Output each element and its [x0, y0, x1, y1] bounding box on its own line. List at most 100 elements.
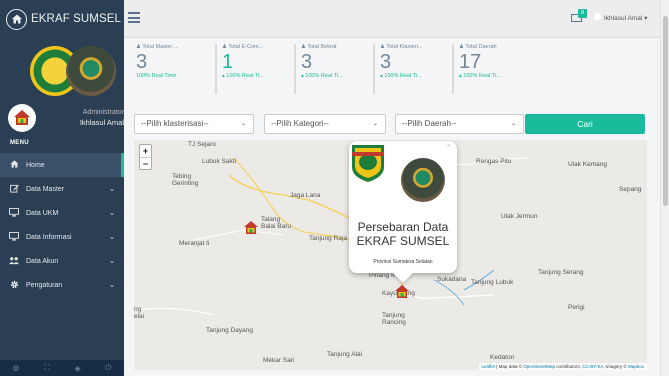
page-scrollbar[interactable] [660, 0, 669, 376]
menu-toggle-icon[interactable] [128, 12, 140, 23]
notification-badge: 8 [578, 9, 587, 18]
ekraf-logo [66, 46, 116, 96]
brand[interactable]: EKRAF SUMSEL [0, 0, 124, 38]
chevron-down-icon: ⌄ [372, 121, 378, 127]
chevron-down-icon: ⌄ [109, 258, 115, 265]
scroll-thumb[interactable] [663, 16, 668, 206]
desktop-icon [8, 207, 20, 219]
logos [30, 46, 120, 98]
popup-subtitle: Provinsi Sumatera Selatan [373, 259, 433, 265]
map-label: Perigi [568, 304, 585, 311]
map-popup: × Persebaran Data EKRAF SUMSEL Provinsi … [349, 141, 457, 283]
province-logo [352, 145, 384, 182]
chevron-down-icon: ⌄ [109, 282, 115, 289]
stat-label: ♟ Total Daerah [459, 44, 497, 50]
stat-value: 17 [459, 51, 482, 73]
sidebar-footer: ⚙ ⛶ ◈ ⏻ [0, 360, 124, 376]
map-label: Mekar Sari [263, 357, 295, 364]
sidebar-item-data-ukm[interactable]: Data UKM ⌄ [0, 201, 124, 225]
leaflet-link[interactable]: Leaflet [482, 364, 496, 369]
user-icon: ♟ [301, 44, 306, 50]
stat-sub: ▴ 100% Real Ti... [459, 73, 501, 79]
daerah-select[interactable]: --Pilih Daerah-- ⌄ [395, 114, 524, 134]
map-marker-icon[interactable] [243, 220, 259, 236]
sidebar-item-label: Data UKM [26, 209, 59, 217]
close-icon[interactable]: × [447, 143, 451, 150]
map-label: elai [134, 313, 145, 320]
map[interactable]: + − TJ Sejaro Lubuk Sakti Tebing Gerinti… [134, 140, 647, 370]
stat-total-daerah: ♟ Total Daerah 17 ▴ 100% Real Ti... [452, 44, 528, 94]
edit-icon [8, 184, 20, 195]
map-label: Meranjat Ii [179, 240, 210, 247]
profile-info: Administrator Ikhlasul Amal [54, 109, 124, 127]
map-label: Lubuk Sakti [202, 158, 236, 165]
map-label: Tanjung Serang [538, 269, 584, 276]
sidebar-item-label: Data Master [26, 185, 65, 193]
user-menu[interactable]: Ikhlasul Amal ▾ [604, 14, 647, 22]
map-marker-icon[interactable] [394, 284, 410, 300]
sidebar-item-label: Pengaturan [26, 281, 63, 289]
map-label: Tebing Gerinting [172, 173, 199, 187]
topbar: 8 Ikhlasul Amal ▾ [124, 0, 669, 38]
sidebar: EKRAF SUMSEL Administrator Ikhlasul Amal… [0, 0, 124, 376]
stat-value: 1 [222, 51, 234, 73]
klasterisasi-select[interactable]: --Pilih klasterisasi-- ⌄ [134, 114, 254, 134]
brand-name: EKRAF SUMSEL [31, 13, 122, 25]
license-link[interactable]: CC-BY-SA [582, 364, 603, 369]
logout-icon[interactable]: ⏻ [105, 363, 111, 373]
chevron-down-icon: ⌄ [109, 234, 115, 241]
ekraf-logo [401, 158, 445, 202]
mapbox-link[interactable]: Mapbox [628, 364, 644, 369]
settings-icon[interactable]: ⚙ [12, 364, 19, 373]
sidebar-item-data-master[interactable]: Data Master ⌄ [0, 177, 124, 201]
map-label: Talang Balai Baru [261, 216, 291, 230]
menu-title: MENU [10, 140, 29, 146]
map-label: Tanjung Raja [309, 235, 347, 242]
map-label: Tanjung Lubuk [471, 279, 514, 286]
user-icon: ♟ [380, 44, 385, 50]
chevron-down-icon: ⌄ [240, 121, 246, 127]
zoom-out-button[interactable]: − [140, 157, 151, 169]
sidebar-item-home[interactable]: Home [0, 153, 124, 177]
sidebar-item-data-akun[interactable]: Data Akun ⌄ [0, 249, 124, 273]
desktop-icon [8, 231, 20, 243]
sidebar-item-label: Data Akun [26, 257, 59, 265]
profile: Administrator Ikhlasul Amal [8, 104, 124, 132]
search-button[interactable]: Cari [525, 114, 645, 134]
stat-sub: ▴ 100% Real Ti... [301, 73, 343, 79]
map-label: Jaga Lana [290, 192, 321, 199]
stat-sub: ▴ 100% Real Ti... [222, 73, 264, 79]
stat-total-ecommerce: ♟ Total E-Com... 1 ▴ 100% Real Ti... [215, 44, 291, 94]
map-label: ng [134, 306, 142, 313]
avatar [8, 104, 36, 132]
stat-total-master: ♟ Total Master ... 3 100% Real Time [136, 44, 212, 94]
fullscreen-icon[interactable]: ⛶ [44, 363, 50, 373]
user-name: Ikhlasul Amal [604, 15, 643, 22]
user-icon: ♟ [136, 44, 141, 50]
chevron-down-icon: ⌄ [510, 121, 516, 127]
chevron-down-icon: ⌄ [109, 186, 115, 193]
user-avatar[interactable] [594, 13, 601, 20]
map-label: Tanjung Dayang [206, 327, 253, 334]
sidebar-item-data-informasi[interactable]: Data Informasi ⌄ [0, 225, 124, 249]
lock-icon[interactable]: ◈ [74, 364, 80, 373]
stat-value: 3 [301, 51, 313, 73]
map-attribution: Leaflet | Map data © OpenStreetMap contr… [478, 363, 647, 370]
sidebar-item-label: Data Informasi [26, 233, 72, 241]
home-icon [6, 8, 27, 30]
map-label: Pinang II [369, 272, 395, 279]
map-label: Sukadana [437, 276, 467, 283]
user-icon: ♟ [459, 44, 464, 50]
kategori-select[interactable]: --Pilih Kategori-- ⌄ [264, 114, 386, 134]
sidebar-item-pengaturan[interactable]: Pengaturan ⌄ [0, 273, 124, 297]
zoom-in-button[interactable]: + [140, 145, 151, 157]
zoom-control: + − [139, 144, 152, 170]
gear-icon [8, 280, 20, 291]
caret-down-icon: ▾ [644, 15, 648, 22]
user-icon: ♟ [222, 44, 227, 50]
map-label: Sepang [619, 186, 642, 193]
osm-link[interactable]: OpenStreetMap [523, 364, 555, 369]
stat-label: ♟ Total Master ... [136, 44, 179, 50]
profile-role: Administrator [82, 109, 124, 116]
map-label: Ulak Jermun [501, 213, 538, 220]
